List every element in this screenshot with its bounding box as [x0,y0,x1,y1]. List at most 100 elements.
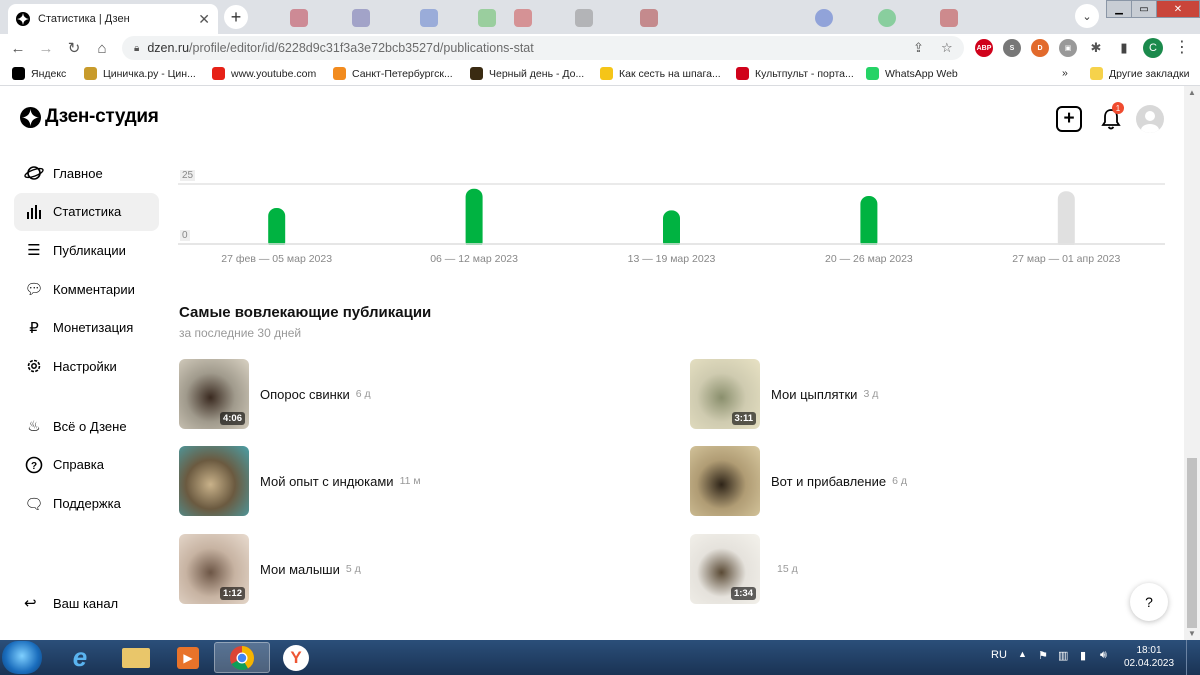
tab-favicon-icon[interactable] [290,9,308,27]
publication-thumbnail[interactable] [690,446,760,516]
publication-title[interactable]: Опорос свинки [260,387,350,402]
bookmark-item[interactable]: www.youtube.com [212,67,316,80]
back-arrow-icon[interactable]: ← [8,38,28,58]
action-center-flag-icon[interactable]: ⚑ [1038,649,1048,662]
tray-expand-icon[interactable]: ▲ [1018,649,1027,659]
profile-avatar[interactable]: С [1143,38,1163,58]
publication-thumbnail[interactable]: 1:12 [179,534,249,604]
window-close-icon[interactable]: ✕ [1156,0,1200,18]
minimize-icon[interactable]: ▁ [1106,0,1132,18]
publication-item[interactable]: 1:34 15 д [690,534,798,604]
side-panel-icon[interactable]: ▮ [1115,39,1133,57]
tab-favicon-icon[interactable] [940,9,958,27]
publication-thumbnail[interactable] [179,446,249,516]
tab-favicon-icon[interactable] [420,9,438,27]
forward-arrow-icon[interactable]: → [36,38,56,58]
chart-bar[interactable] [465,188,483,250]
browser-tab[interactable]: Статистика | Дзен ✕ [8,4,218,34]
sidebar-item[interactable]: Статистика [14,192,159,231]
extensions-puzzle-icon[interactable]: ✱ [1087,39,1105,57]
publication-item[interactable]: 3:11 Мои цыплятки 3 д [690,359,878,429]
tab-search-icon[interactable]: ⌄ [1075,4,1099,28]
tab-favicon-icon[interactable] [640,9,658,27]
chart-bar[interactable] [860,196,878,250]
your-channel-link[interactable]: ↩︎ Ваш канал [24,594,118,612]
other-bookmarks[interactable]: Другие закладки [1090,67,1189,80]
sidebar-item[interactable]: 🗨︎ Поддержка [14,485,159,523]
publication-title[interactable]: Мои малыши [260,562,340,577]
publication-item[interactable]: 4:06 Опорос свинки 6 д [179,359,371,429]
bookmarks-more-icon[interactable]: » [1062,67,1068,79]
x-tick-label: 27 фев — 05 мар 2023 [221,253,333,265]
start-button[interactable] [2,641,42,674]
sidebar-item[interactable]: Главное [14,154,159,192]
help-button[interactable]: ? [1130,583,1168,621]
share-icon[interactable]: ⇪ [913,40,924,56]
yandex-browser-taskbar-icon[interactable]: Y [268,642,324,673]
bookmark-item[interactable]: Черный день - До... [470,67,584,80]
address-bar[interactable]: 🔒︎ dzen.ru/profile/editor/id/6228d9c31f3… [122,36,964,60]
dzen-studio-logo[interactable]: Дзен-студия [20,106,159,128]
bookmark-item[interactable]: Циничка.ру - Цин... [84,67,196,80]
lock-icon[interactable]: 🔒︎ [134,43,139,54]
browser-menu-icon[interactable]: ⋮ [1174,37,1190,57]
scroll-down-icon[interactable]: ▼ [1188,629,1196,638]
chart-bar[interactable] [1057,191,1075,250]
new-tab-button[interactable]: + [224,5,248,29]
media-player-taskbar-icon[interactable]: ▶ [160,642,216,673]
url-domain: dzen.ru [147,41,190,55]
camera-extension-icon[interactable]: ▣ [1059,39,1077,57]
create-publication-button[interactable]: + [1056,106,1082,132]
sidebar-item[interactable]: ? Справка [14,446,159,484]
publication-title[interactable]: Мой опыт с индюками [260,474,394,489]
network-icon[interactable]: ▥ [1058,649,1068,662]
tab-favicon-icon[interactable] [575,9,593,27]
page-scrollbar[interactable]: ▲ ▼ [1184,86,1200,640]
bookmark-item[interactable]: Как сесть на шпага... [600,67,721,80]
home-icon[interactable]: ⌂ [92,38,112,58]
user-avatar[interactable] [1136,105,1164,133]
volume-icon[interactable]: 🔊︎ [1100,649,1107,662]
tab-close-icon[interactable]: ✕ [198,11,210,28]
sidebar-item[interactable]: ☰ Публикации [14,231,159,269]
publication-thumbnail[interactable]: 3:11 [690,359,760,429]
explorer-taskbar-icon[interactable] [108,642,164,673]
maximize-icon[interactable]: ▭ [1131,0,1157,18]
system-clock[interactable]: 18:01 02.04.2023 [1124,644,1174,670]
tab-favicon-icon[interactable] [478,9,496,27]
sidebar-item[interactable]: Настройки [14,347,159,385]
publication-thumbnail[interactable]: 1:34 [690,534,760,604]
adblock-extension-icon[interactable]: ABP [975,39,993,57]
tab-favicon-icon[interactable] [514,9,532,27]
signal-icon[interactable]: ▮ [1080,649,1086,662]
bookmark-favicon-icon [866,67,879,80]
skype-extension-icon[interactable]: S [1003,39,1021,57]
sidebar-item[interactable]: 💬︎ Комментарии [14,270,159,308]
publication-item[interactable]: Вот и прибавление 6 д [690,446,907,516]
language-indicator[interactable]: RU [991,649,1007,661]
tab-favicon-icon[interactable] [815,9,833,27]
tab-favicon-icon[interactable] [878,9,896,27]
reload-icon[interactable]: ↻ [64,38,84,58]
sidebar-item[interactable]: ₽ Монетизация [14,309,159,347]
ruble-icon: ₽ [29,319,39,337]
bookmark-item[interactable]: WhatsApp Web [866,67,958,80]
bookmark-star-icon[interactable]: ☆ [941,40,953,56]
tab-favicon-icon[interactable] [352,9,370,27]
chrome-taskbar-icon[interactable] [214,642,270,673]
duckduckgo-extension-icon[interactable]: D [1031,39,1049,57]
bookmark-item[interactable]: Культпульт - порта... [736,67,854,80]
publication-title[interactable]: Вот и прибавление [771,474,886,489]
scroll-up-icon[interactable]: ▲ [1188,88,1196,97]
publication-thumbnail[interactable]: 4:06 [179,359,249,429]
ie-taskbar-icon[interactable]: e [52,642,108,673]
publication-item[interactable]: Мой опыт с индюками 11 м [179,446,421,516]
bookmark-item[interactable]: Яндекс [12,67,66,80]
publication-title[interactable]: Мои цыплятки [771,387,857,402]
sidebar-item[interactable]: ♨ Всё о Дзене [14,407,159,445]
publication-item[interactable]: 1:12 Мои малыши 5 д [179,534,361,604]
show-desktop-button[interactable] [1186,640,1200,675]
scrollbar-thumb[interactable] [1187,458,1197,628]
bookmark-item[interactable]: Санкт-Петербургск... [333,67,453,80]
notifications-button[interactable]: 1 [1098,102,1124,132]
